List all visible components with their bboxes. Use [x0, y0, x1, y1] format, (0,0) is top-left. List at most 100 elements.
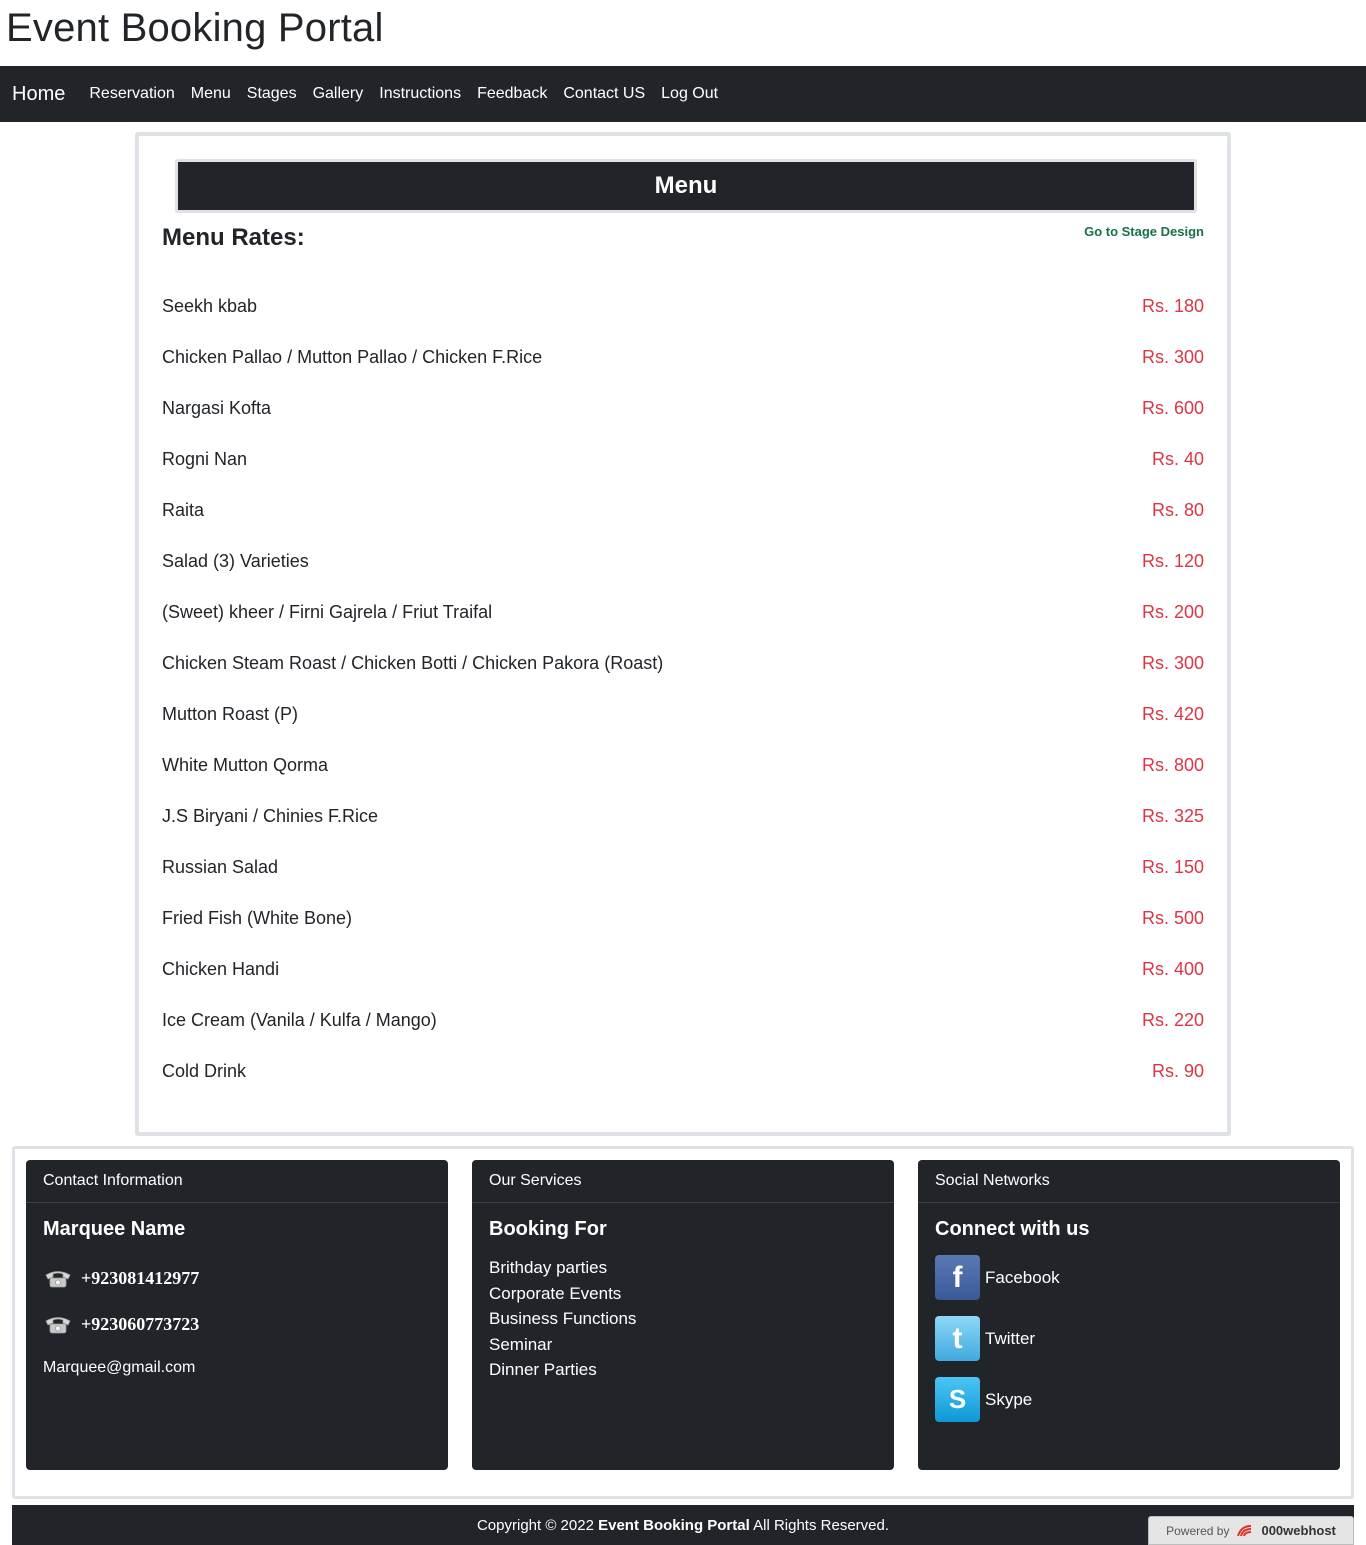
menu-item-row: White Mutton Qorma Rs. 800 — [162, 740, 1204, 791]
services-card: Our Services Booking For Brithday partie… — [472, 1160, 894, 1470]
menu-item-row: Fried Fish (White Bone) Rs. 500 — [162, 893, 1204, 944]
menu-item-name: Chicken Steam Roast / Chicken Botti / Ch… — [162, 653, 664, 673]
menu-item-row: Rogni Nan Rs. 40 — [162, 434, 1204, 485]
menu-item-name: Raita — [162, 500, 205, 520]
menu-item-name: Cold Drink — [162, 1061, 247, 1081]
menu-item-name: Salad (3) Varieties — [162, 551, 309, 571]
service-item: Business Functions — [489, 1309, 637, 1328]
menu-item-name: (Sweet) kheer / Firni Gajrela / Friut Tr… — [162, 602, 493, 622]
site-title: Event Booking Portal — [6, 6, 384, 50]
nav-reservation-link[interactable]: Reservation — [89, 85, 174, 103]
menu-item-row: Nargasi Kofta Rs. 600 — [162, 383, 1204, 434]
menu-item-price: Rs. 325 — [1141, 806, 1204, 826]
main-navbar: Home Reservation Menu Stages Gallery Ins… — [0, 66, 1366, 122]
facebook-label: Facebook — [985, 1267, 1060, 1287]
menu-item-price: Rs. 220 — [1141, 1010, 1204, 1030]
menu-item-name: White Mutton Qorma — [162, 755, 329, 775]
service-item: Dinner Parties — [489, 1360, 597, 1379]
menu-item-name: Rogni Nan — [162, 449, 248, 469]
menu-item-row: (Sweet) kheer / Firni Gajrela / Friut Tr… — [162, 587, 1204, 638]
menu-item-price: Rs. 80 — [1151, 500, 1204, 520]
phone-row: +923060773723 — [43, 1301, 431, 1347]
facebook-icon: f — [935, 1255, 980, 1300]
skype-icon: S — [935, 1377, 980, 1422]
webhost-name: 000webhost — [1261, 1523, 1336, 1538]
menu-item-price: Rs. 400 — [1141, 959, 1204, 979]
menu-card: Menu Menu Rates: Go to Stage Design Seek… — [135, 132, 1231, 1136]
menu-item-name: Chicken Pallao / Mutton Pallao / Chicken… — [162, 347, 543, 367]
menu-list: Seekh kbab Rs. 180 Chicken Pallao / Mutton… — [162, 281, 1204, 1097]
menu-item-name: Ice Cream (Vanila / Kulfa / Mango) — [162, 1010, 437, 1030]
nav-instructions-link[interactable]: Instructions — [379, 85, 461, 103]
menu-item-price: Rs. 300 — [1141, 653, 1204, 673]
telephone-icon — [45, 1271, 71, 1288]
menu-item-name: Seekh kbab — [162, 296, 258, 316]
nav-feedback-link[interactable]: Feedback — [477, 85, 547, 103]
menu-item-row: J.S Biryani / Chinies F.Rice Rs. 325 — [162, 791, 1204, 842]
telephone-icon — [45, 1317, 71, 1334]
menu-item-price: Rs. 90 — [1151, 1061, 1204, 1081]
social-card-header: Social Networks — [918, 1160, 1340, 1203]
nav-home-link[interactable]: Home — [12, 83, 65, 106]
contact-card-header: Contact Information — [26, 1160, 448, 1203]
menu-item-price: Rs. 800 — [1141, 755, 1204, 775]
menu-item-price: Rs. 500 — [1141, 908, 1204, 928]
menu-item-name: Fried Fish (White Bone) — [162, 908, 353, 928]
contact-card: Contact Information Marquee Name +923081… — [26, 1160, 448, 1470]
nav-gallery-link[interactable]: Gallery — [313, 85, 364, 103]
copyright-prefix: Copyright © 2022 — [476, 1516, 599, 1534]
menu-item-price: Rs. 40 — [1151, 449, 1204, 469]
menu-item-name: Nargasi Kofta — [162, 398, 272, 418]
skype-label: Skype — [985, 1389, 1033, 1409]
menu-item-row: Seekh kbab Rs. 180 — [162, 281, 1204, 332]
menu-item-row: Russian Salad Rs. 150 — [162, 842, 1204, 893]
powered-by-badge[interactable]: Powered by 000webhost — [1148, 1516, 1354, 1545]
menu-item-row: Raita Rs. 80 — [162, 485, 1204, 536]
webhost-logo-icon — [1237, 1524, 1252, 1536]
menu-item-price: Rs. 200 — [1141, 602, 1204, 622]
menu-item-row: Chicken Steam Roast / Chicken Botti / Ch… — [162, 638, 1204, 689]
menu-item-row: Ice Cream (Vanila / Kulfa / Mango) Rs. 22… — [162, 995, 1204, 1046]
menu-item-row: Chicken Handi Rs. 400 — [162, 944, 1204, 995]
menu-item-name: J.S Biryani / Chinies F.Rice — [162, 806, 379, 826]
menu-item-row: Salad (3) Varieties Rs. 120 — [162, 536, 1204, 587]
service-item: Seminar — [489, 1334, 553, 1354]
menu-item-price: Rs. 420 — [1141, 704, 1204, 724]
menu-item-name: Russian Salad — [162, 857, 279, 877]
copyright-suffix: All Rights Reserved. — [749, 1516, 890, 1534]
social-link-facebook[interactable]: f Facebook — [935, 1247, 1323, 1308]
menu-item-price: Rs. 300 — [1141, 347, 1204, 367]
stage-design-link[interactable]: Go to Stage Design — [1084, 224, 1204, 239]
menu-item-price: Rs. 180 — [1141, 296, 1204, 316]
phone-number: +923081412977 — [81, 1267, 200, 1288]
nav-contact-link[interactable]: Contact US — [563, 85, 645, 103]
footer-section: Contact Information Marquee Name +923081… — [12, 1146, 1354, 1499]
contact-email: Marquee@gmail.com — [43, 1359, 196, 1376]
service-item: Brithday parties — [489, 1258, 608, 1277]
social-link-twitter[interactable]: t Twitter — [935, 1308, 1323, 1369]
menu-item-name: Mutton Roast (P) — [162, 704, 299, 724]
powered-by-text: Powered by — [1166, 1523, 1230, 1538]
phone-row: +923081412977 — [43, 1255, 431, 1301]
nav-stages-link[interactable]: Stages — [247, 85, 297, 103]
twitter-icon: t — [935, 1316, 980, 1361]
menu-item-row: Cold Drink Rs. 90 — [162, 1046, 1204, 1097]
marquee-name: Marquee Name — [43, 1218, 186, 1240]
social-card: Social Networks Connect with us f Facebo… — [918, 1160, 1340, 1470]
menu-item-name: Chicken Handi — [162, 959, 280, 979]
social-link-skype[interactable]: S Skype — [935, 1369, 1323, 1430]
menu-item-row: Chicken Pallao / Mutton Pallao / Chicken… — [162, 332, 1204, 383]
menu-item-price: Rs. 150 — [1141, 857, 1204, 877]
connect-title: Connect with us — [935, 1218, 1090, 1240]
phone-number: +923060773723 — [81, 1313, 200, 1334]
menu-header: Menu — [175, 159, 1197, 213]
services-card-header: Our Services — [472, 1160, 894, 1203]
booking-for-title: Booking For — [489, 1218, 607, 1240]
nav-menu-link[interactable]: Menu — [191, 85, 231, 103]
nav-logout-link[interactable]: Log Out — [661, 85, 718, 103]
menu-rates-title: Menu Rates: — [162, 224, 305, 251]
menu-item-row: Mutton Roast (P) Rs. 420 — [162, 689, 1204, 740]
menu-item-price: Rs. 120 — [1141, 551, 1204, 571]
twitter-label: Twitter — [985, 1328, 1036, 1348]
copyright-brand: Event Booking Portal — [598, 1516, 750, 1534]
